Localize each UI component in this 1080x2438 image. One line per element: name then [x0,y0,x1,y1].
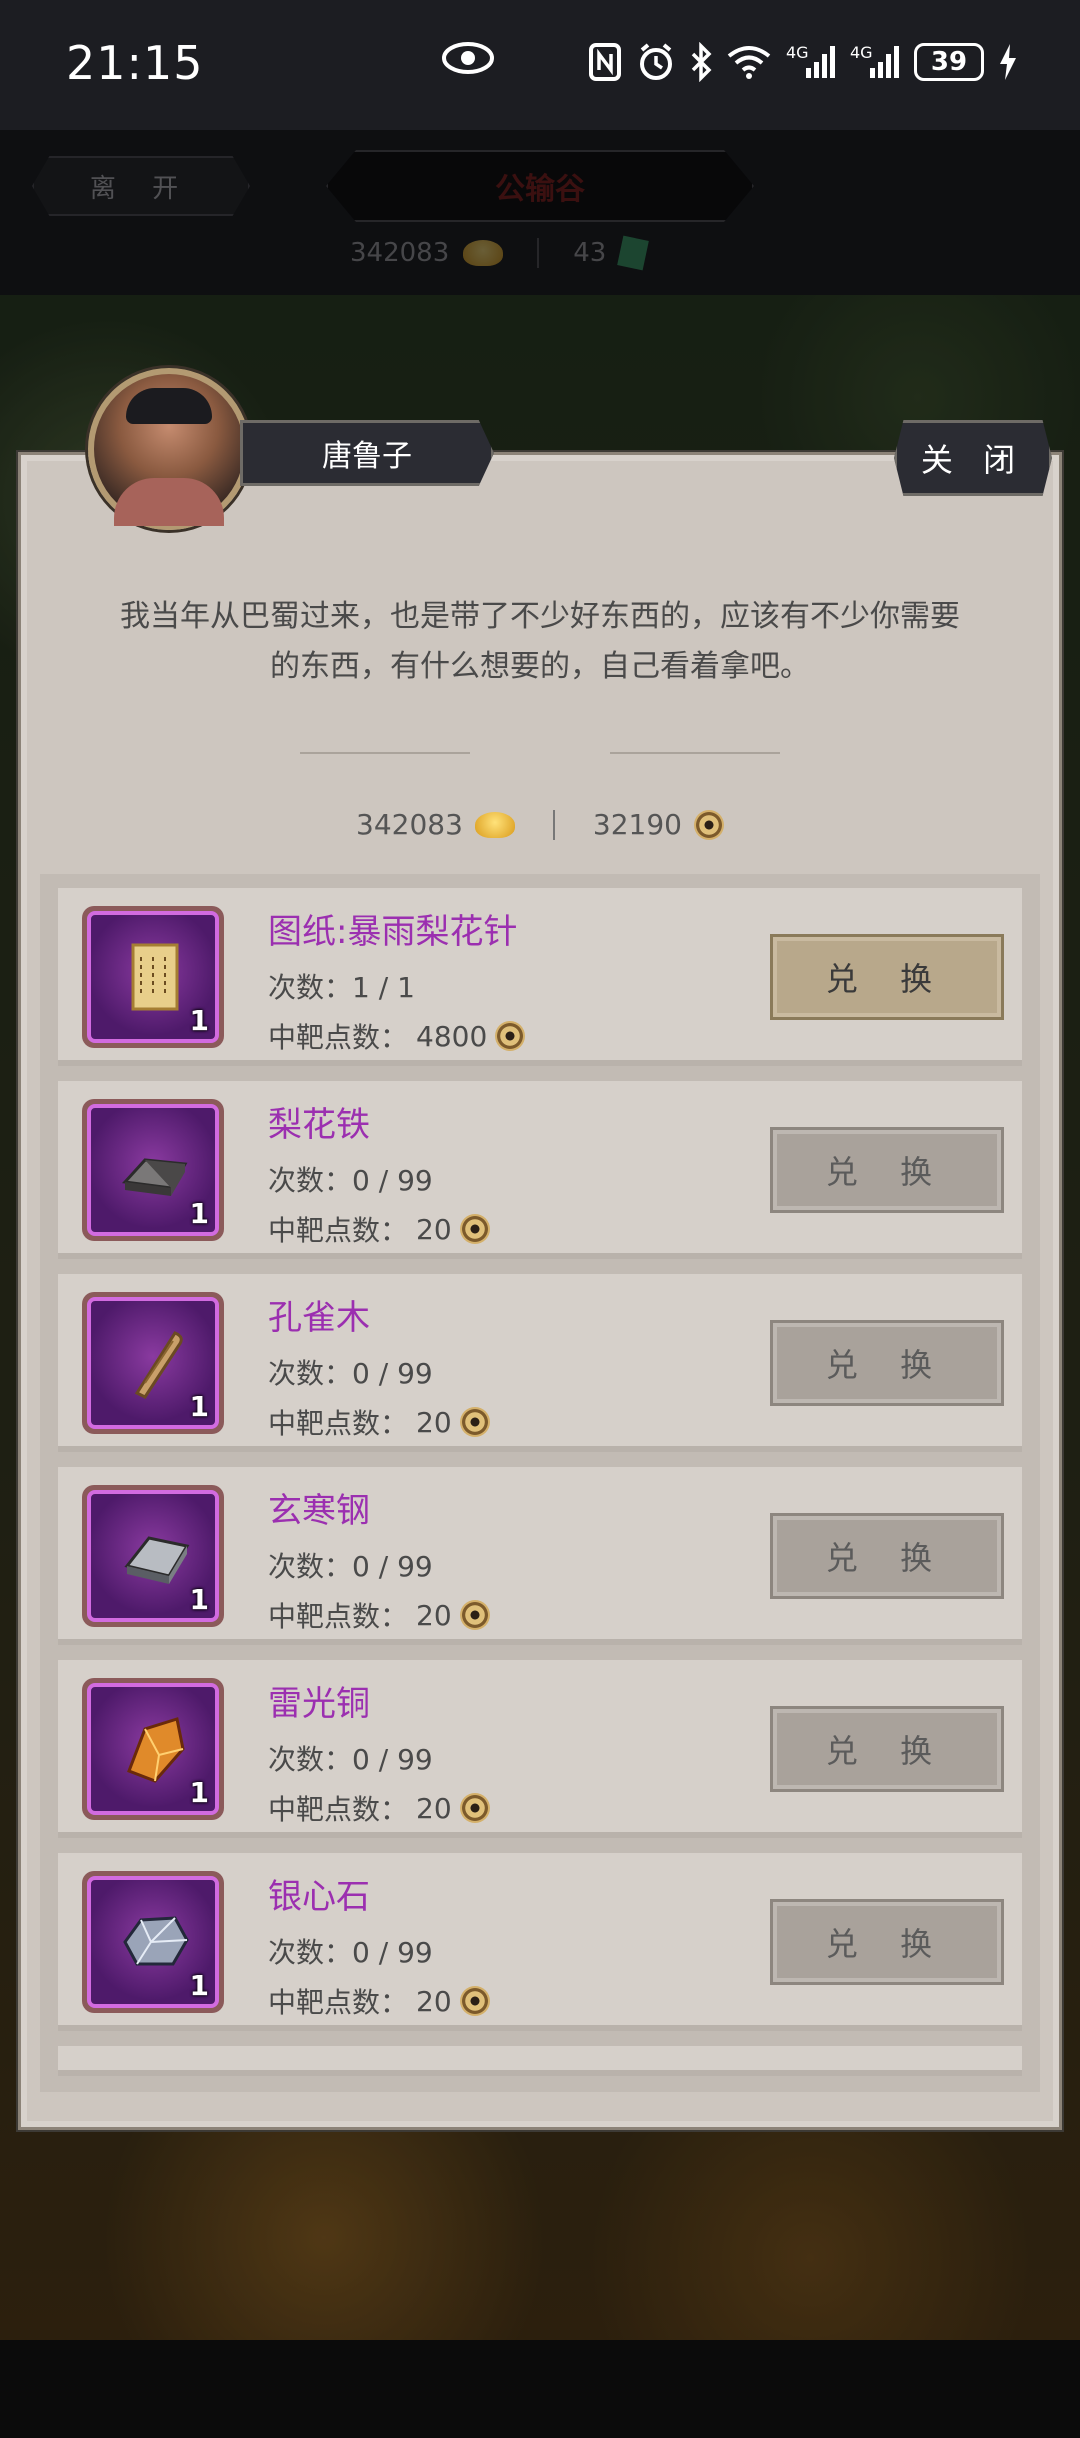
silver-stone-icon [123,1916,189,1966]
list-item [58,2046,1022,2076]
item-count: 1 [189,1583,209,1616]
svg-text:4G: 4G [850,43,873,62]
list-item: 1 梨花铁 次数：0 / 99 中靶点数： 20 兑 换 [58,1081,1022,1259]
charging-icon [998,42,1018,82]
nfc-icon [588,42,622,82]
target-icon [459,1793,490,1823]
item-name: 图纸:暴雨梨花针 [268,912,518,952]
dialog-line: 我当年从巴蜀过来，也是带了不少好东西的，应该有不少你需要 [120,599,960,634]
exchange-button[interactable]: 兑 换 [770,1513,1004,1599]
overlay-dim [0,130,1080,295]
list-item: 1 孔雀木 次数：0 / 99 中靶点数： 20 兑 换 [58,1274,1022,1452]
dialog-line: 的东西，有什么想要的，自己看着拿吧。 [270,649,810,684]
exchange-button[interactable]: 兑 换 [770,1899,1004,1985]
item-count: 1 [189,1197,209,1230]
item-name: 孔雀木 [268,1298,370,1338]
item-cost: 中靶点数： 4800 [268,1016,526,1056]
item-times: 次数：0 / 99 [268,1164,433,1197]
svg-text:4G: 4G [786,43,809,62]
npc-dialog-text: 我当年从巴蜀过来，也是带了不少好东西的，应该有不少你需要 的东西，有什么想要的，… [90,592,990,692]
ornament-right [610,752,780,766]
target-icon [459,1600,490,1630]
currency-row: 342083 32190 [0,808,1080,841]
item-slot[interactable]: 1 [82,1871,224,2013]
gold-ingot-icon [474,811,515,838]
copper-ore-icon [127,1717,185,1783]
item-name: 银心石 [268,1877,370,1917]
item-slot[interactable]: 1 [82,1485,224,1627]
divider [552,809,555,840]
iron-ingot-icon [121,1158,188,1196]
target-icon [693,809,724,840]
list-item: 1 雷光铜 次数：0 / 99 中靶点数： 20 兑 换 [58,1660,1022,1838]
status-bar: 21:15 4G 4G 39 [0,0,1080,130]
npc-portrait [88,368,250,530]
system-nav-area [0,2340,1080,2438]
item-times: 次数：0 / 99 [268,1936,433,1969]
game-header: 离 开 公输谷 342083 43 [0,130,1080,295]
item-times: 次数：0 / 99 [268,1743,433,1776]
item-slot[interactable]: 1 [82,1678,224,1820]
exchange-button[interactable]: 兑 换 [770,1706,1004,1792]
item-count: 1 [189,1004,209,1037]
item-slot[interactable]: 1 [82,1292,224,1434]
list-item: 1 银心石 次数：0 / 99 中靶点数： 20 兑 换 [58,1853,1022,2031]
item-count: 1 [189,1969,209,2002]
target-icon [459,1986,490,2016]
item-slot[interactable]: 1 [82,1099,224,1241]
item-name: 梨花铁 [268,1105,370,1145]
bluetooth-icon [690,42,712,82]
alarm-icon [636,42,676,82]
item-slot[interactable]: 1 [82,906,224,1048]
item-cost: 中靶点数： 20 [268,1402,490,1442]
list-item: 1 玄寒钢 次数：0 / 99 中靶点数： 20 兑 换 [58,1467,1022,1645]
eye-icon [442,42,494,74]
target-icon [459,1214,490,1244]
gold-value: 342083 [356,808,463,841]
wifi-icon [726,42,772,82]
item-cost: 中靶点数： 20 [268,1209,490,1249]
close-button[interactable]: 关 闭 [894,420,1052,496]
exchange-button[interactable]: 兑 换 [770,1127,1004,1213]
steel-ingot-icon [124,1536,190,1584]
target-icon [495,1021,526,1051]
clock: 21:15 [66,36,204,90]
list-item: 1 图纸:暴雨梨花针 次数：1 / 1 中靶点数： 4800 兑 换 [58,888,1022,1066]
item-name: 玄寒钢 [268,1491,370,1531]
peacock-wood-icon [134,1331,183,1399]
item-cost: 中靶点数： 20 [268,1788,490,1828]
item-cost: 中靶点数： 20 [268,1595,490,1635]
item-count: 1 [189,1390,209,1423]
item-count: 1 [189,1776,209,1809]
exchange-button[interactable]: 兑 换 [770,1320,1004,1406]
item-list[interactable]: 1 图纸:暴雨梨花针 次数：1 / 1 中靶点数： 4800 兑 换 1 梨花铁 … [40,874,1040,2092]
target-icon [459,1407,490,1437]
battery-icon: 39 [914,43,984,81]
item-name: 雷光铜 [268,1684,370,1724]
status-icons: 4G 4G 39 [588,40,1018,84]
ornament-left [300,752,470,766]
item-times: 次数：0 / 99 [268,1550,433,1583]
signal-4g-icon: 4G [786,42,836,82]
blueprint-scroll-icon [131,943,179,1011]
item-times: 次数：0 / 99 [268,1357,433,1390]
item-cost: 中靶点数： 20 [268,1981,490,2021]
signal-4g-icon: 4G [850,42,900,82]
exchange-button[interactable]: 兑 换 [770,934,1004,1020]
item-times: 次数：1 / 1 [268,971,415,1004]
target-points-value: 32190 [592,808,682,841]
npc-name: 唐鲁子 [240,420,494,486]
